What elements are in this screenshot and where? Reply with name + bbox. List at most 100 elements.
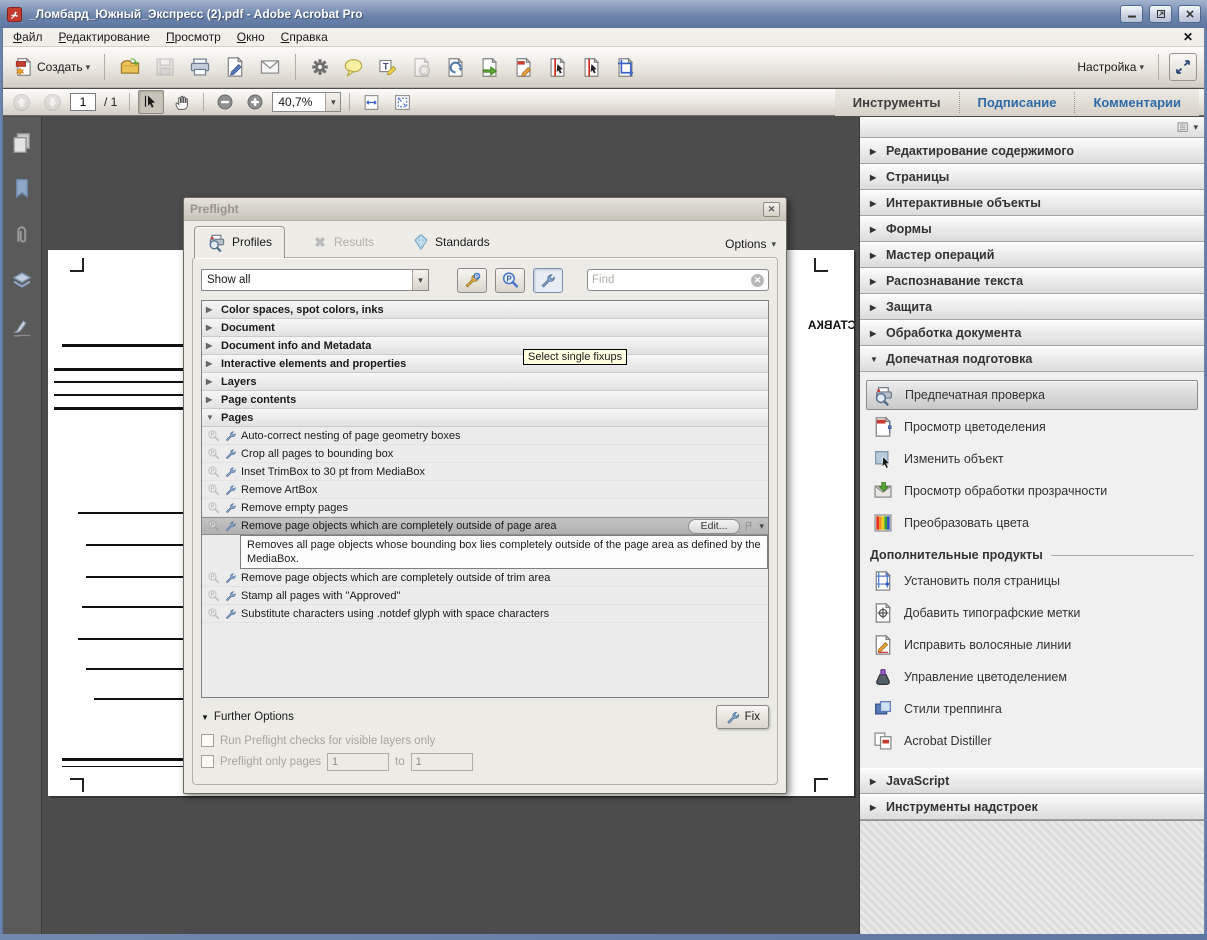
tool-preflight[interactable]: Предпечатная проверка — [866, 380, 1198, 410]
attachments-paperclip-icon[interactable] — [10, 223, 34, 247]
section-document-processing[interactable]: ▶Обработка документа — [860, 320, 1204, 346]
tab-standards[interactable]: Standards — [400, 228, 502, 257]
menu-file[interactable]: Файл — [6, 28, 50, 46]
further-options-toggle[interactable]: ▼ Further Options — [201, 711, 294, 723]
zoom-level-combo[interactable]: 40,7% ▾ — [272, 92, 341, 112]
layers-icon[interactable] — [10, 269, 34, 293]
print-button[interactable] — [185, 53, 215, 81]
fixup-category-expanded[interactable]: ▼Pages — [202, 409, 768, 427]
section-text-recognition[interactable]: ▶Распознавание текста — [860, 268, 1204, 294]
menu-edit[interactable]: Редактирование — [52, 28, 157, 46]
select-tool-button[interactable] — [138, 90, 164, 114]
section-pages[interactable]: ▶Страницы — [860, 164, 1204, 190]
find-box[interactable]: ✕ — [587, 269, 769, 291]
section-protection[interactable]: ▶Защита — [860, 294, 1204, 320]
zoom-out-button[interactable] — [212, 90, 238, 114]
section-print-production[interactable]: ▼Допечатная подготовка — [860, 346, 1204, 372]
page-tool-2-button[interactable] — [577, 54, 606, 81]
select-profiles-button[interactable] — [457, 268, 487, 293]
section-javascript[interactable]: ▶JavaScript — [860, 768, 1204, 794]
fixup-row[interactable]: Inset TrimBox to 30 pt from MediaBox — [202, 463, 768, 481]
tool-set-page-boxes[interactable]: Установить поля страницы — [866, 566, 1198, 596]
section-interactive-objects[interactable]: ▶Интерактивные объекты — [860, 190, 1204, 216]
find-input[interactable] — [592, 274, 747, 286]
fixup-category[interactable]: ▶Document info and Metadata — [202, 337, 768, 355]
show-filter-combo[interactable]: Show all ▾ — [201, 269, 429, 291]
open-button[interactable] — [115, 53, 145, 81]
highlight-text-button[interactable] — [373, 54, 402, 81]
tool-trap-presets[interactable]: Стили треппинга — [866, 694, 1198, 724]
fixup-category[interactable]: ▶Layers — [202, 373, 768, 391]
minimize-button[interactable] — [1120, 5, 1143, 23]
sign-panel-button[interactable]: Подписание — [960, 89, 1075, 116]
section-forms[interactable]: ▶Формы — [860, 216, 1204, 242]
rotate-pages-button[interactable] — [441, 54, 470, 81]
tool-ink-manager[interactable]: Управление цветоделением — [866, 662, 1198, 692]
zoom-caret-button[interactable]: ▾ — [325, 93, 340, 111]
document-close-button[interactable]: ✕ — [1175, 30, 1201, 44]
zoom-in-button[interactable] — [242, 90, 268, 114]
caret-down-icon[interactable]: ▾ — [1193, 122, 1198, 133]
clear-search-icon[interactable]: ✕ — [751, 274, 764, 287]
menu-help[interactable]: Справка — [274, 28, 335, 46]
fixup-row[interactable]: Remove ArtBox — [202, 481, 768, 499]
sign-button[interactable] — [220, 53, 250, 81]
tool-flattener-preview[interactable]: Просмотр обработки прозрачности — [866, 476, 1198, 506]
fixup-row[interactable]: Substitute characters using .notdef glyp… — [202, 605, 768, 623]
signatures-icon[interactable] — [10, 315, 34, 339]
crop-tool-button[interactable] — [611, 54, 640, 81]
preferences-button[interactable] — [306, 54, 334, 80]
tab-profiles[interactable]: Profiles — [194, 226, 285, 258]
fixup-category[interactable]: ▶Interactive elements and properties — [202, 355, 768, 373]
close-button[interactable] — [1178, 5, 1201, 23]
tool-output-preview[interactable]: Просмотр цветоделения — [866, 412, 1198, 442]
tool-add-printer-marks[interactable]: Добавить типографские метки — [866, 598, 1198, 628]
fixup-row-selected[interactable]: Remove page objects which are completely… — [202, 517, 768, 535]
menu-view[interactable]: Просмотр — [159, 28, 228, 46]
scrolling-mode-button[interactable] — [358, 90, 385, 115]
fixup-row[interactable]: Remove page objects which are completely… — [202, 569, 768, 587]
comment-panel-button[interactable]: Комментарии — [1075, 89, 1199, 116]
hand-tool-button[interactable] — [168, 90, 195, 115]
create-pdf-button[interactable]: Создать ▾ — [10, 54, 94, 80]
tools-panel-button[interactable]: Инструменты — [835, 89, 959, 116]
edit-document-button[interactable] — [509, 54, 538, 81]
preflight-title-bar[interactable]: Preflight ✕ — [184, 198, 786, 221]
section-addon-tools[interactable]: ▶Инструменты надстроек — [860, 794, 1204, 820]
edit-fixup-button[interactable]: Edit... — [688, 519, 741, 534]
select-single-fixups-button[interactable] — [533, 268, 563, 293]
select-single-checks-button[interactable] — [495, 268, 525, 293]
panel-menu-icon[interactable] — [1176, 120, 1191, 135]
menu-window[interactable]: Окно — [230, 28, 272, 46]
maximize-button[interactable] — [1149, 5, 1172, 23]
export-button[interactable] — [475, 54, 504, 81]
fixup-category[interactable]: ▶Page contents — [202, 391, 768, 409]
tool-edit-object[interactable]: Изменить объект — [866, 444, 1198, 474]
fixup-row[interactable]: Stamp all pages with "Approved" — [202, 587, 768, 605]
comment-button[interactable] — [339, 54, 368, 81]
fixup-category[interactable]: ▶Document — [202, 319, 768, 337]
page-tool-button[interactable] — [543, 54, 572, 81]
options-menu-button[interactable]: Options ▾ — [725, 237, 776, 257]
email-button[interactable] — [255, 53, 285, 81]
fit-page-button[interactable] — [389, 90, 416, 115]
fixup-row[interactable]: Auto-correct nesting of page geometry bo… — [202, 427, 768, 445]
fixup-category[interactable]: ▶Color spaces, spot colors, inks — [202, 301, 768, 319]
tool-convert-colors[interactable]: Преобразовать цвета — [866, 508, 1198, 538]
tool-acrobat-distiller[interactable]: Acrobat Distiller — [866, 726, 1198, 756]
fixup-row[interactable]: Remove empty pages — [202, 499, 768, 517]
section-content-editing[interactable]: ▶Редактирование содержимого — [860, 138, 1204, 164]
flag-icon[interactable] — [743, 520, 756, 533]
page-number-input[interactable] — [70, 93, 96, 111]
fixup-row[interactable]: Crop all pages to bounding box — [202, 445, 768, 463]
caret-down-icon[interactable]: ▾ — [759, 521, 764, 532]
customize-button[interactable]: Настройка ▾ — [1073, 57, 1148, 77]
section-action-wizard[interactable]: ▶Мастер операций — [860, 242, 1204, 268]
page-thumbnails-icon[interactable] — [10, 131, 34, 155]
combo-caret-button[interactable]: ▾ — [412, 270, 428, 290]
preflight-close-button[interactable]: ✕ — [763, 202, 780, 217]
bookmarks-icon[interactable] — [10, 177, 34, 201]
reading-mode-button[interactable] — [1169, 53, 1197, 81]
fix-button[interactable]: Fix — [716, 705, 769, 729]
tool-fix-hairlines[interactable]: Исправить волосяные линии — [866, 630, 1198, 660]
